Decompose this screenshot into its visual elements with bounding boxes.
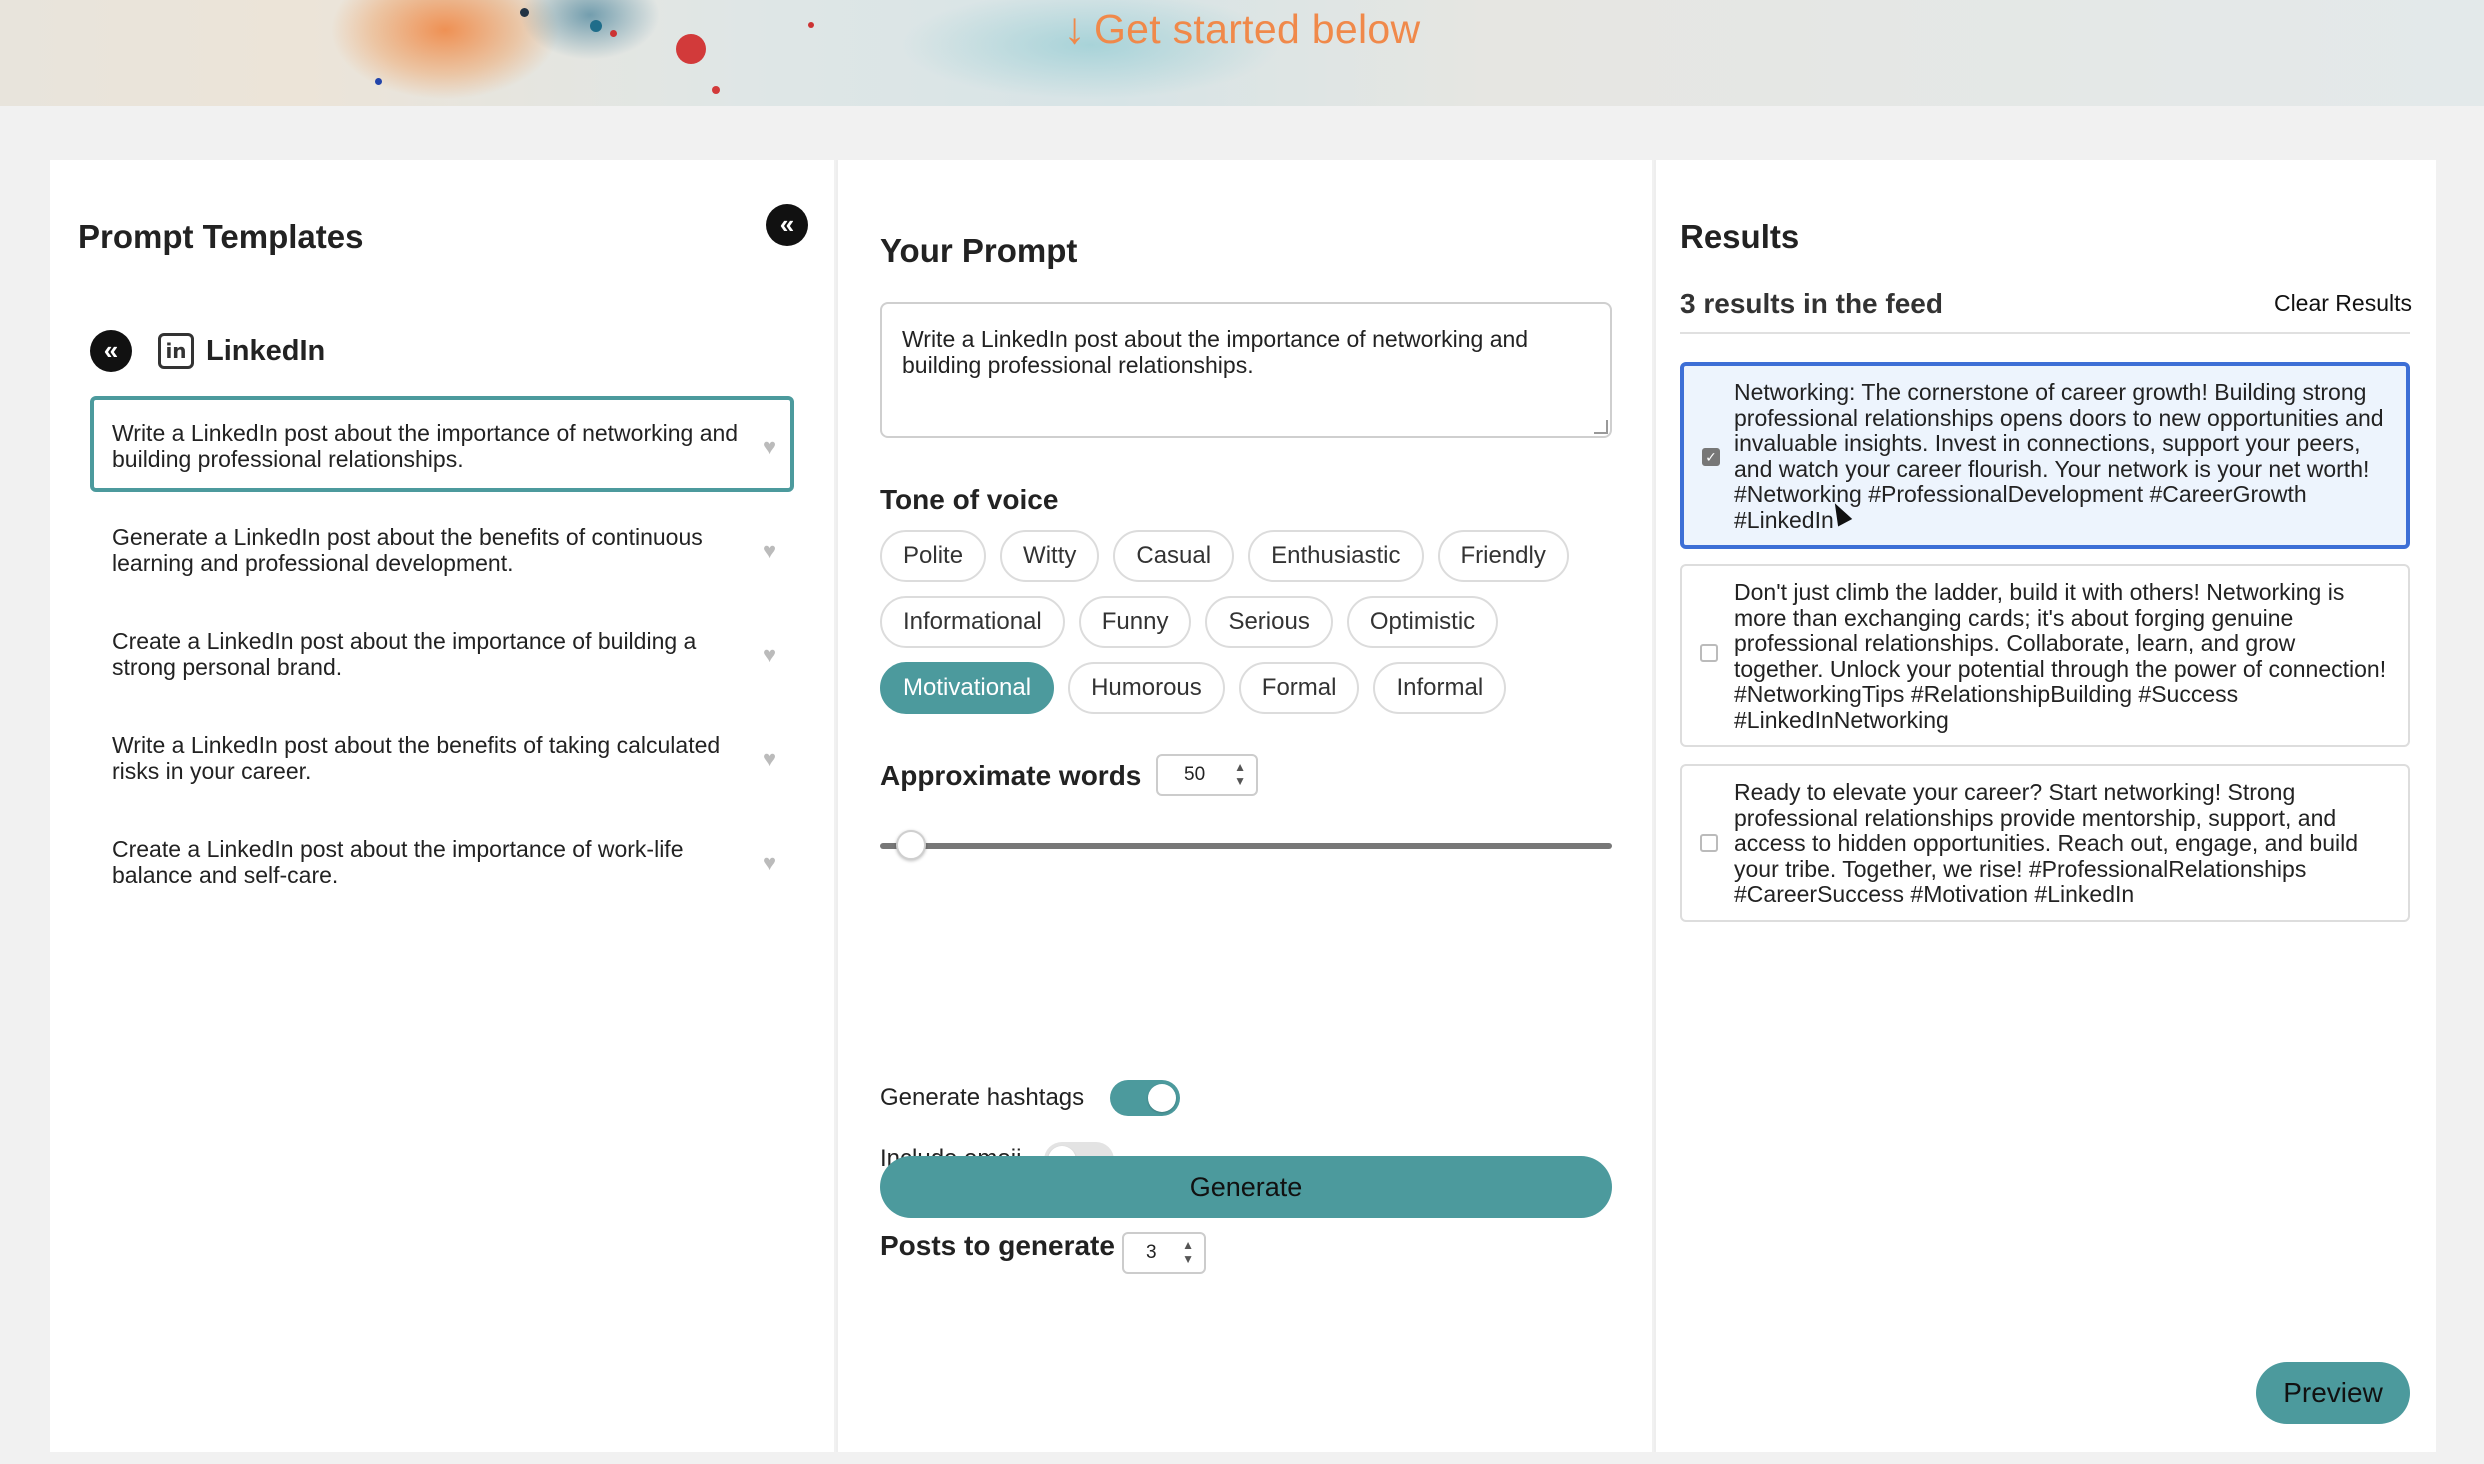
tone-chip-optimistic[interactable]: Optimistic	[1346, 596, 1499, 648]
template-text: Create a LinkedIn post about the importa…	[112, 836, 684, 888]
category-header: « in LinkedIn	[90, 326, 325, 376]
result-card[interactable]: ✓ Networking: The cornerstone of career …	[1680, 362, 2410, 549]
words-slider-thumb[interactable]	[896, 830, 926, 860]
tone-chip-formal[interactable]: Formal	[1238, 662, 1360, 714]
result-text: Ready to elevate your career? Start netw…	[1734, 779, 2358, 907]
results-title: Results	[1680, 218, 1800, 255]
double-chevron-left-icon: «	[779, 209, 795, 239]
toggle-knob	[1148, 1084, 1176, 1112]
tone-row: Informational Funny Serious Optimistic	[880, 596, 1512, 648]
result-text: Don't just climb the ladder, build it wi…	[1734, 579, 2387, 733]
heart-icon[interactable]: ♥	[763, 642, 776, 668]
templates-title: Prompt Templates	[78, 218, 364, 255]
template-text: Write a LinkedIn post about the benefits…	[112, 732, 721, 784]
tone-chip-polite[interactable]: Polite	[880, 530, 987, 582]
category-label: LinkedIn	[206, 334, 326, 367]
words-label: Approximate words	[880, 760, 1142, 791]
template-text: Generate a LinkedIn post about the benef…	[112, 524, 703, 576]
tone-chip-witty[interactable]: Witty	[1000, 530, 1100, 582]
results-panel: Results 3 results in the feed Clear Resu…	[1654, 160, 2436, 1452]
resize-handle[interactable]	[1594, 420, 1608, 434]
clear-results-button[interactable]: Clear Results	[2274, 290, 2412, 317]
words-input[interactable]: 50 ▲ ▼	[1156, 754, 1258, 796]
linkedin-icon: in	[158, 333, 194, 369]
tone-chip-informal[interactable]: Informal	[1373, 662, 1507, 714]
posts-value: 3	[1146, 1242, 1157, 1263]
tone-label: Tone of voice	[880, 484, 1059, 515]
result-checkbox[interactable]	[1700, 834, 1718, 852]
template-text: Create a LinkedIn post about the importa…	[112, 628, 697, 680]
hashtags-label: Generate hashtags	[880, 1084, 1085, 1111]
template-item[interactable]: Write a LinkedIn post about the benefits…	[90, 708, 794, 804]
collapse-panel-button[interactable]: «	[766, 204, 808, 246]
template-item[interactable]: Create a LinkedIn post about the importa…	[90, 604, 794, 700]
posts-input[interactable]: 3 ▲ ▼	[1122, 1232, 1206, 1274]
posts-label: Posts to generate	[880, 1230, 1115, 1261]
heart-icon[interactable]: ♥	[763, 850, 776, 876]
tone-chip-enthusiastic[interactable]: Enthusiastic	[1248, 530, 1424, 582]
tone-row: Motivational Humorous Formal Informal	[880, 662, 1520, 714]
result-card[interactable]: Ready to elevate your career? Start netw…	[1680, 764, 2410, 922]
spinner-icon[interactable]: ▲ ▼	[1234, 760, 1246, 788]
tone-chip-casual[interactable]: Casual	[1113, 530, 1235, 582]
get-started-cta[interactable]: ↓ Get started below	[0, 4, 2484, 54]
template-item[interactable]: Create a LinkedIn post about the importa…	[90, 812, 794, 908]
heart-icon[interactable]: ♥	[763, 538, 776, 564]
spinner-icon[interactable]: ▲ ▼	[1182, 1238, 1194, 1266]
template-list: Write a LinkedIn post about the importan…	[90, 396, 794, 916]
double-chevron-left-icon: «	[103, 335, 119, 365]
result-card[interactable]: Don't just climb the ladder, build it wi…	[1680, 564, 2410, 747]
template-item[interactable]: Write a LinkedIn post about the importan…	[90, 396, 794, 492]
tone-chip-humorous[interactable]: Humorous	[1068, 662, 1225, 714]
tone-chip-informational[interactable]: Informational	[880, 596, 1065, 648]
cta-text: Get started below	[1093, 6, 1421, 52]
tone-chip-serious[interactable]: Serious	[1205, 596, 1333, 648]
prompt-panel: Your Prompt Tone of voice Polite Witty C…	[836, 160, 1652, 1452]
back-button[interactable]: «	[90, 330, 132, 372]
words-slider-track[interactable]	[880, 843, 1612, 849]
generate-button[interactable]: Generate	[880, 1156, 1612, 1218]
tone-chip-friendly[interactable]: Friendly	[1437, 530, 1569, 582]
heart-icon[interactable]: ♥	[763, 746, 776, 772]
prompt-templates-panel: Prompt Templates « « in LinkedIn Write a…	[50, 160, 834, 1452]
template-text: Write a LinkedIn post about the importan…	[112, 420, 739, 472]
result-checkbox[interactable]	[1700, 644, 1718, 662]
hashtags-toggle[interactable]	[1110, 1080, 1180, 1116]
hero-banner: ↓ Get started below	[0, 0, 2484, 106]
tone-chip-motivational[interactable]: Motivational	[880, 662, 1055, 714]
prompt-textarea[interactable]	[880, 302, 1612, 438]
arrow-down-icon: ↓	[1063, 4, 1086, 53]
divider	[1680, 332, 2410, 334]
tone-chip-funny[interactable]: Funny	[1078, 596, 1192, 648]
result-checkbox[interactable]: ✓	[1702, 448, 1720, 466]
preview-button[interactable]: Preview	[2256, 1362, 2410, 1424]
results-count: 3 results in the feed	[1680, 288, 1943, 319]
template-item[interactable]: Generate a LinkedIn post about the benef…	[90, 500, 794, 596]
words-value: 50	[1184, 764, 1206, 785]
prompt-title: Your Prompt	[880, 232, 1078, 269]
tone-row: Polite Witty Casual Enthusiastic Friendl…	[880, 530, 1583, 582]
heart-icon[interactable]: ♥	[763, 434, 776, 460]
